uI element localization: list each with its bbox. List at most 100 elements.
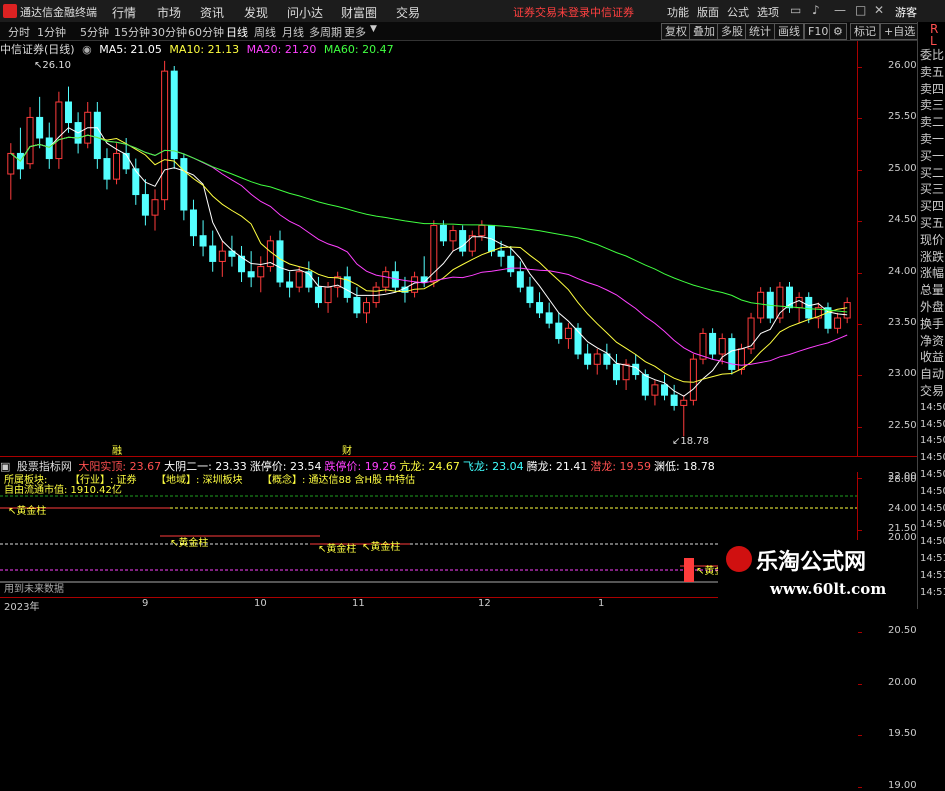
multi-stock-button[interactable]: 多股: [717, 23, 747, 40]
side-panel-item[interactable]: 卖一: [920, 132, 944, 146]
guest-label[interactable]: 游客: [895, 4, 917, 20]
side-panel-item[interactable]: 自动: [920, 367, 944, 381]
tick-mark: [858, 683, 862, 685]
gear-icon[interactable]: ⚙: [829, 23, 847, 40]
period-1min[interactable]: 1分钟: [37, 24, 66, 40]
side-panel-item[interactable]: 总量: [920, 283, 944, 297]
adjust-button[interactable]: 复权: [661, 23, 691, 40]
side-panel-item[interactable]: 收益: [920, 350, 944, 364]
close-icon[interactable]: ✕: [874, 3, 884, 17]
side-panel-item[interactable]: 14:50: [920, 434, 945, 448]
draw-line-button[interactable]: 画线: [774, 23, 804, 40]
signal-bar: [684, 558, 694, 582]
period-intraday[interactable]: 分时: [8, 24, 30, 40]
side-panel-item[interactable]: 换手: [920, 317, 944, 331]
candle-body: [843, 302, 851, 319]
candle-body: [151, 199, 159, 216]
period-30min[interactable]: 30分钟: [151, 24, 187, 40]
side-panel-item[interactable]: 14:50: [920, 502, 945, 516]
watermark-title: 乐淘公式网: [756, 550, 867, 575]
side-panel-item[interactable]: 14:50: [920, 468, 945, 482]
candle-body: [363, 302, 371, 314]
candle-body: [728, 338, 736, 370]
candle-body: [564, 327, 572, 340]
concept-label: 【概念】: 通达信88 含H股 中特估: [262, 473, 415, 486]
side-panel-item[interactable]: 买四: [920, 199, 944, 213]
menu-function[interactable]: 功能: [667, 4, 689, 20]
broker-name[interactable]: 中信证券: [590, 4, 634, 20]
date-tick: 11: [352, 598, 365, 609]
candle-body: [641, 374, 649, 396]
low-label: ↙18.78: [672, 436, 709, 447]
overlay-button[interactable]: 叠加: [689, 23, 719, 40]
candle-body: [507, 255, 515, 273]
tick-mark: [858, 221, 862, 223]
side-panel-item[interactable]: 外盘: [920, 300, 944, 314]
period-monthly[interactable]: 月线: [282, 24, 304, 40]
side-panel-item[interactable]: 14:50: [920, 535, 945, 549]
menu-trade[interactable]: 交易: [396, 4, 420, 21]
candle-body: [536, 302, 544, 314]
menu-ask[interactable]: 问小达: [287, 4, 323, 21]
candle-body: [497, 250, 505, 257]
settings-icon[interactable]: ◉: [82, 43, 92, 56]
chevron-down-icon[interactable]: ▼: [370, 24, 377, 34]
candle-body: [593, 353, 601, 365]
menu-wealth[interactable]: 财富圈: [341, 4, 377, 21]
tick-mark: [858, 426, 862, 428]
bell-icon[interactable]: ♪: [812, 3, 820, 17]
candle-body: [834, 317, 842, 329]
maximize-icon[interactable]: □: [855, 3, 866, 17]
side-panel-item[interactable]: 买三: [920, 182, 944, 196]
menu-market[interactable]: 市场: [157, 4, 181, 21]
tick-mark: [858, 118, 862, 120]
side-panel-item[interactable]: 14:50: [920, 518, 945, 532]
candle-body: [122, 152, 130, 170]
menu-news[interactable]: 资讯: [200, 4, 224, 21]
menu-layout[interactable]: 版面: [697, 4, 719, 20]
side-panel-item[interactable]: 14:51: [920, 552, 945, 566]
side-panel-item[interactable]: 涨跌: [920, 250, 944, 264]
statistics-button[interactable]: 统计: [745, 23, 775, 40]
side-panel-item[interactable]: 买一: [920, 149, 944, 163]
period-daily[interactable]: 日线: [226, 24, 248, 40]
side-panel-item[interactable]: 买五: [920, 216, 944, 230]
side-panel-item[interactable]: 14:51: [920, 569, 945, 583]
menu-formula[interactable]: 公式: [727, 4, 749, 20]
side-panel-item[interactable]: 净资: [920, 334, 944, 348]
date-tick: 2023年: [4, 602, 40, 613]
period-multi[interactable]: 多周期: [309, 24, 342, 40]
side-panel-item[interactable]: 卖五: [920, 65, 944, 79]
period-5min[interactable]: 5分钟: [80, 24, 109, 40]
period-60min[interactable]: 60分钟: [188, 24, 224, 40]
candle-body: [478, 224, 486, 237]
candlestick-chart[interactable]: ↖26.10 ↙18.78 融 财: [0, 56, 917, 456]
side-panel-item[interactable]: 买二: [920, 166, 944, 180]
add-watchlist-button[interactable]: +自选: [880, 23, 920, 40]
watermark-url: www.60lt.com: [770, 580, 887, 598]
side-panel-item[interactable]: 卖三: [920, 98, 944, 112]
mark-button[interactable]: 标记: [850, 23, 880, 40]
period-15min[interactable]: 15分钟: [114, 24, 150, 40]
side-panel-item[interactable]: 14:50: [920, 451, 945, 465]
side-panel-item[interactable]: 14:50: [920, 418, 945, 432]
skin-icon[interactable]: ▭: [790, 3, 801, 17]
login-warning[interactable]: 证券交易未登录: [513, 4, 590, 20]
side-panel-item[interactable]: 卖二: [920, 115, 944, 129]
side-panel-item[interactable]: 14:51: [920, 586, 945, 600]
period-weekly[interactable]: 周线: [254, 24, 276, 40]
menu-quotes[interactable]: 行情: [112, 4, 136, 21]
side-panel-item[interactable]: 14:50: [920, 401, 945, 415]
side-panel-item[interactable]: 交易: [920, 384, 944, 398]
menu-options[interactable]: 选项: [757, 4, 779, 20]
minimize-icon[interactable]: —: [834, 3, 846, 17]
candle-body: [382, 271, 390, 288]
side-panel-item[interactable]: 现价: [920, 233, 944, 247]
menu-discover[interactable]: 发现: [244, 4, 268, 21]
period-more[interactable]: 更多: [344, 24, 366, 40]
side-panel-item[interactable]: 14:50: [920, 485, 945, 499]
side-panel-item[interactable]: 卖四: [920, 82, 944, 96]
candle-body: [26, 116, 34, 165]
side-panel-item[interactable]: 委比: [920, 48, 944, 62]
side-panel-item[interactable]: 涨幅: [920, 266, 944, 280]
